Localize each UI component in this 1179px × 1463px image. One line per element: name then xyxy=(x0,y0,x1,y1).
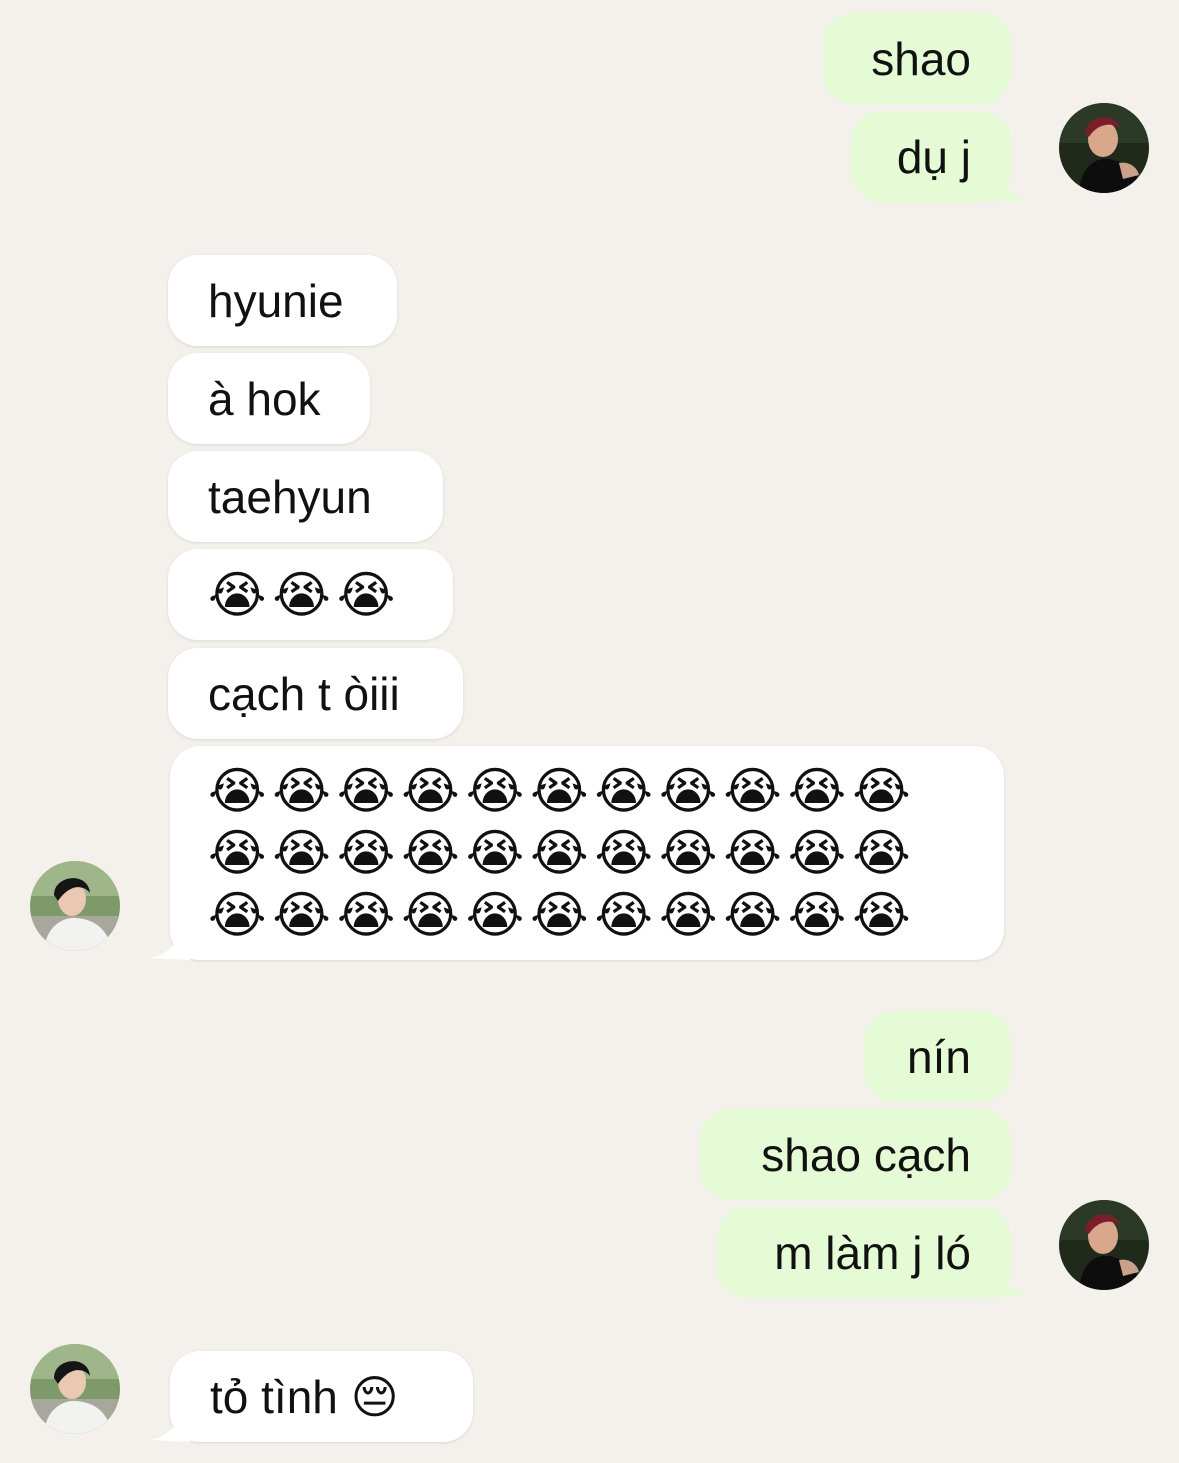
person-photo-icon xyxy=(30,1344,120,1434)
message-bubble-incoming[interactable]: taehyun xyxy=(168,451,443,542)
message-text: cạch t òiii xyxy=(208,667,400,720)
bubble-tail-outgoing xyxy=(990,1256,1030,1298)
bubble-tail-outgoing xyxy=(990,160,1030,202)
person-photo-icon xyxy=(1059,1200,1149,1290)
avatar-other[interactable] xyxy=(30,1344,120,1434)
emoji-row: 😭😭😭😭😭😭😭😭😭😭😭 xyxy=(208,762,917,820)
message-bubble-incoming-emoji-block[interactable]: 😭😭😭😭😭😭😭😭😭😭😭 😭😭😭😭😭😭😭😭😭😭😭 😭😭😭😭😭😭😭😭😭😭😭 xyxy=(170,746,1004,960)
message-text: taehyun xyxy=(208,470,372,523)
message-bubble-incoming[interactable]: hyunie xyxy=(168,255,397,346)
avatar-me[interactable] xyxy=(1059,103,1149,193)
person-photo-icon xyxy=(30,861,120,951)
message-text: shao cạch xyxy=(761,1128,971,1181)
message-bubble-incoming[interactable]: à hok xyxy=(168,353,370,444)
message-text: tỏ tình 😔 xyxy=(210,1370,399,1423)
person-photo-icon xyxy=(1059,103,1149,193)
crying-emoji-icon: 😭😭😭 xyxy=(208,565,402,624)
message-text: nín xyxy=(907,1030,971,1083)
emoji-row: 😭😭😭😭😭😭😭😭😭😭😭 xyxy=(208,824,917,882)
message-bubble-incoming[interactable]: cạch t òiii xyxy=(168,648,463,739)
chat-thread: shao dụ j hyunie à hok taehyun 😭😭😭 cạch … xyxy=(0,0,1179,1463)
message-bubble-outgoing[interactable]: shao cạch xyxy=(700,1109,1011,1200)
bubble-tail-incoming xyxy=(150,918,190,960)
message-text: à hok xyxy=(208,372,321,425)
message-text: m làm j ló xyxy=(774,1226,971,1279)
avatar-other[interactable] xyxy=(30,861,120,951)
crying-emoji-icon: 😭😭😭😭😭😭😭😭😭😭😭 😭😭😭😭😭😭😭😭😭😭😭 😭😭😭😭😭😭😭😭😭😭😭 xyxy=(170,746,1004,946)
message-text: hyunie xyxy=(208,274,344,327)
bubble-tail-incoming xyxy=(150,1400,190,1442)
avatar-me[interactable] xyxy=(1059,1200,1149,1290)
message-bubble-incoming[interactable]: tỏ tình 😔 xyxy=(170,1351,473,1442)
message-text: dụ j xyxy=(896,130,971,183)
message-bubble-outgoing[interactable]: nín xyxy=(864,1011,1011,1102)
message-bubble-outgoing[interactable]: shao xyxy=(823,13,1011,104)
message-text: shao xyxy=(871,32,971,85)
emoji-row: 😭😭😭😭😭😭😭😭😭😭😭 xyxy=(208,886,917,944)
message-bubble-outgoing[interactable]: m làm j ló xyxy=(717,1207,1011,1298)
message-bubble-incoming[interactable]: 😭😭😭 xyxy=(168,549,453,640)
message-bubble-outgoing[interactable]: dụ j xyxy=(851,111,1011,202)
